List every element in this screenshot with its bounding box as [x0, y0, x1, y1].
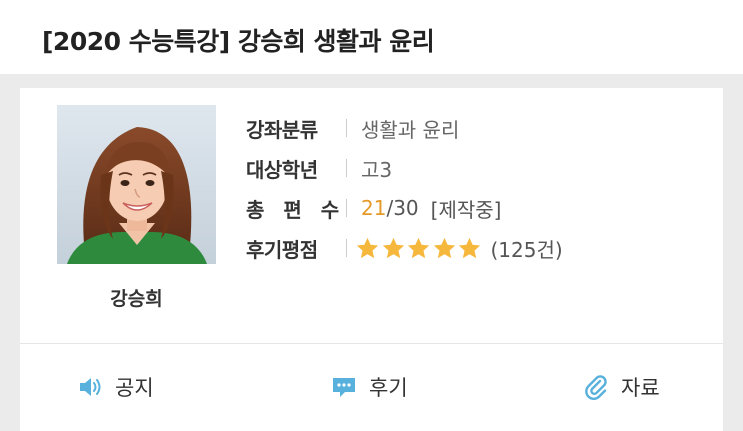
rating-stars — [355, 236, 483, 261]
divider-bar — [346, 119, 347, 137]
category-value: 생활과 윤리 — [361, 117, 460, 142]
star-icon — [458, 237, 481, 258]
info-row-category: 강좌분류 생활과 윤리 — [246, 108, 563, 148]
star-icon — [356, 237, 379, 258]
production-status: [제작중] — [430, 197, 502, 222]
speaker-icon — [80, 378, 101, 396]
category-label: 강좌분류 — [246, 117, 318, 142]
divider-bar — [346, 199, 347, 217]
review-count: (125건) — [490, 237, 563, 262]
paperclip-icon — [585, 375, 607, 400]
divider-bar — [346, 159, 347, 177]
divider-bar — [346, 239, 347, 257]
star-icon — [382, 237, 404, 258]
grade-value: 고3 — [361, 157, 393, 182]
lecture-info: 강좌분류 생활과 윤리 대상학년 고3 총 편 수 21 /30 [제작중] 후… — [246, 108, 563, 268]
tab-materials[interactable]: 자료 — [583, 372, 660, 402]
star-icon — [433, 237, 455, 258]
info-row-grade: 대상학년 고3 — [246, 148, 563, 188]
grade-label: 대상학년 — [246, 157, 318, 182]
lecture-tabs: 공지 후기 자료 — [20, 344, 723, 431]
header-bar: [2020 수능특강] 강승희 생활과 윤리 — [0, 0, 743, 74]
tab-notice[interactable]: 공지 — [77, 372, 154, 402]
tab-notice-label: 공지 — [115, 376, 154, 400]
tab-review-label: 후기 — [369, 376, 408, 400]
info-row-rating: 후기평점 (125건) — [246, 228, 563, 268]
total-label: 총 편 수 — [246, 197, 346, 222]
lecture-card: 강승희 강좌분류 생활과 윤리 대상학년 고3 총 편 수 21 /30 [제작… — [20, 88, 723, 431]
tab-materials-label: 자료 — [621, 376, 660, 400]
episode-current-count: 21 — [361, 196, 387, 220]
teacher-name: 강승희 — [110, 288, 163, 310]
teacher-photo — [57, 105, 216, 264]
tab-review[interactable]: 후기 — [331, 372, 408, 402]
teacher-portrait-image — [57, 105, 216, 264]
page-title: [2020 수능특강] 강승희 생활과 윤리 — [42, 27, 435, 56]
star-icon — [407, 237, 430, 258]
comment-icon — [333, 378, 355, 397]
info-row-total: 총 편 수 21 /30 [제작중] — [246, 188, 563, 228]
rating-label: 후기평점 — [246, 237, 318, 262]
episode-total-count: /30 — [386, 196, 419, 220]
